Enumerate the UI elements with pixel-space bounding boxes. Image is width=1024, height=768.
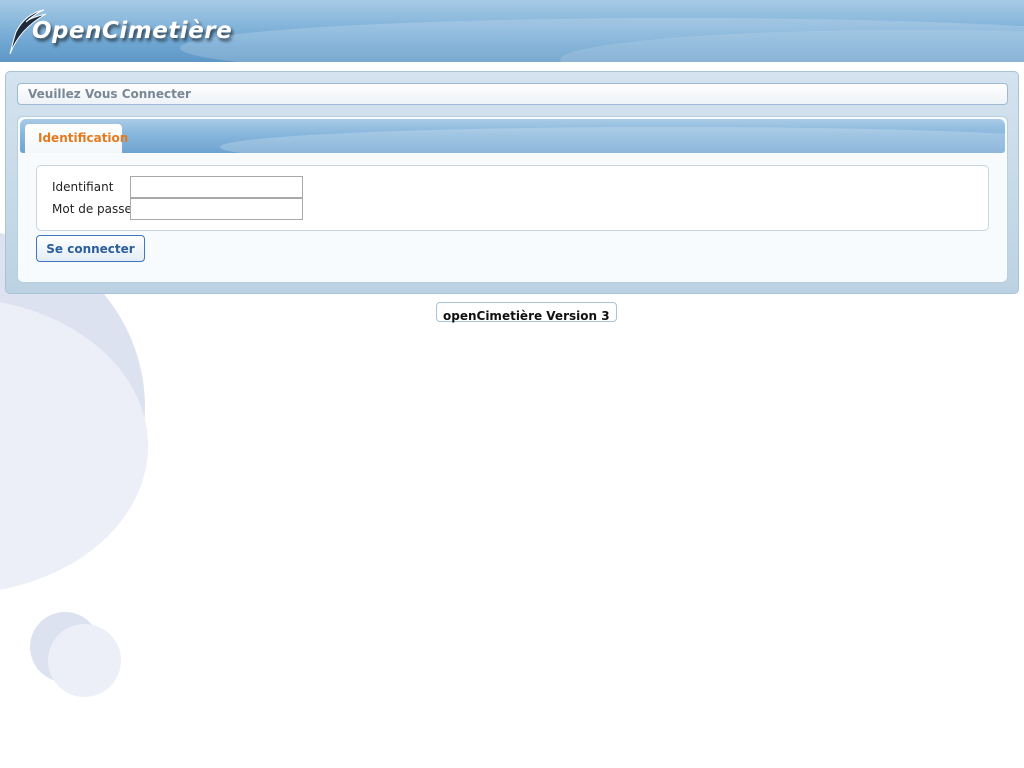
decorative-circle (48, 624, 121, 697)
header-banner: OpenCimetière (0, 0, 1024, 62)
tab-identification[interactable]: Identification (25, 124, 128, 153)
password-input[interactable] (130, 198, 303, 220)
username-input[interactable] (130, 176, 303, 198)
tab-identification-label: Identification (38, 131, 129, 145)
page-title: Veuillez Vous Connecter (28, 87, 191, 101)
password-label: Mot de passe (52, 202, 132, 216)
login-panel: Identification Identifiant Mot de passe … (17, 116, 1008, 283)
tab-strip: Identification (20, 119, 1005, 153)
page: OpenCimetière Veuillez Vous Connecter Id… (0, 0, 1024, 768)
logo-text: OpenCimetière (32, 18, 233, 44)
app-logo: OpenCimetière (8, 6, 248, 56)
login-container: Veuillez Vous Connecter Identification I… (5, 71, 1019, 294)
login-fieldset: Identifiant Mot de passe (36, 165, 989, 231)
version-text: openCimetière Version 3 (443, 309, 610, 323)
login-title-bar: Veuillez Vous Connecter (17, 83, 1008, 105)
tab-strip-wave (220, 127, 1005, 153)
version-badge: openCimetière Version 3 (436, 302, 617, 323)
login-button[interactable]: Se connecter (36, 235, 145, 262)
username-label: Identifiant (52, 180, 114, 194)
